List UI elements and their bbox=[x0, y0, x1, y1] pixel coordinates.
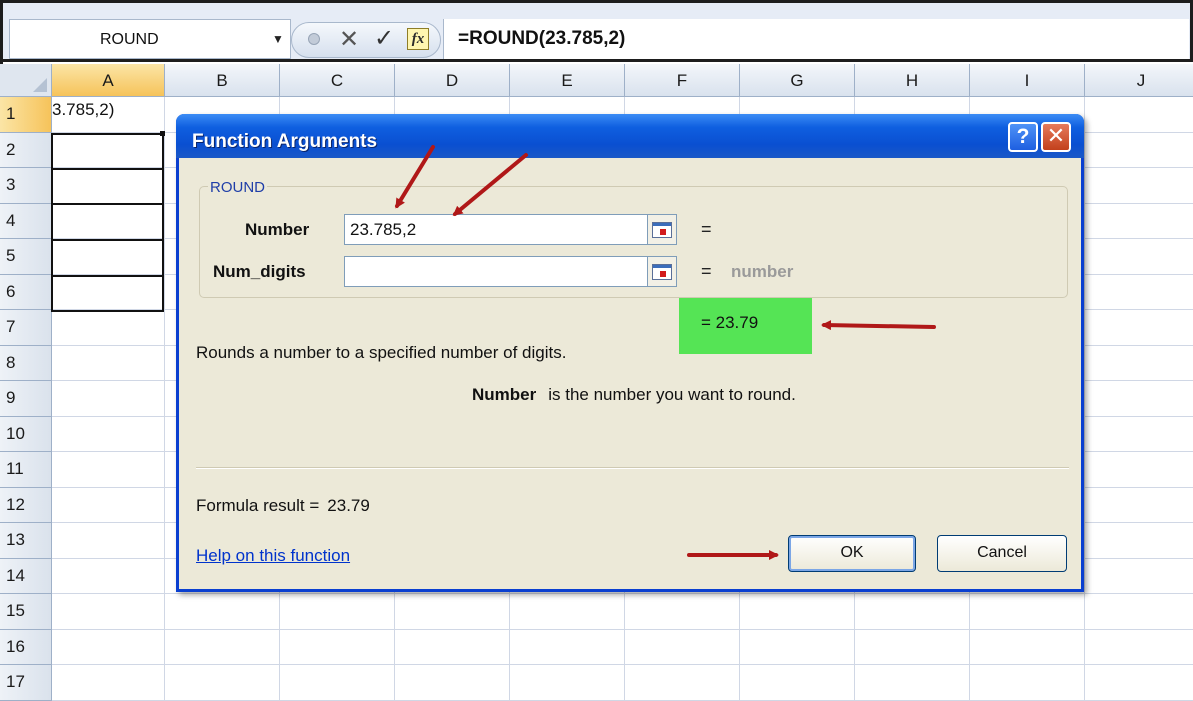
row-header-11[interactable]: 11 bbox=[0, 452, 52, 488]
formula-result-value: 23.79 bbox=[327, 496, 370, 515]
num-digits-label: Num_digits bbox=[213, 262, 306, 281]
name-box-value: ROUND bbox=[100, 31, 159, 48]
row-header-9[interactable]: 9 bbox=[0, 381, 52, 417]
grid-line bbox=[52, 593, 1193, 594]
cancel-button[interactable]: Cancel bbox=[937, 535, 1067, 572]
row-header-5[interactable]: 5 bbox=[0, 239, 52, 275]
row-header-12[interactable]: 12 bbox=[0, 487, 52, 523]
column-headers: ABCDEFGHIJ bbox=[52, 64, 1193, 97]
row-header-17[interactable]: 17 bbox=[0, 665, 52, 701]
grid-line bbox=[164, 97, 165, 700]
chevron-down-icon[interactable]: ▼ bbox=[272, 32, 284, 46]
column-header-d[interactable]: D bbox=[395, 64, 510, 97]
function-arguments-dialog: Function Arguments ? ✕ ROUND Number 23.7… bbox=[176, 114, 1084, 592]
help-link[interactable]: Help on this function bbox=[196, 546, 350, 566]
row-header-4[interactable]: 4 bbox=[0, 203, 52, 239]
row-header-14[interactable]: 14 bbox=[0, 558, 52, 594]
cell-border bbox=[51, 275, 164, 277]
formula-input[interactable]: =ROUND(23.785,2) bbox=[443, 19, 1189, 59]
grip-icon bbox=[308, 33, 320, 45]
column-header-g[interactable]: G bbox=[740, 64, 855, 97]
argument-help-name: Number bbox=[472, 385, 537, 404]
row-header-15[interactable]: 15 bbox=[0, 594, 52, 630]
number-eq: = bbox=[701, 219, 712, 239]
help-icon[interactable]: ? bbox=[1008, 122, 1038, 152]
column-header-c[interactable]: C bbox=[280, 64, 395, 97]
function-result: = 23.79 bbox=[701, 313, 759, 332]
row-header-8[interactable]: 8 bbox=[0, 345, 52, 381]
column-header-f[interactable]: F bbox=[625, 64, 740, 97]
group-label: ROUND bbox=[208, 179, 267, 196]
formula-text: =ROUND(23.785,2) bbox=[458, 28, 626, 49]
name-box[interactable]: ROUND ▼ bbox=[9, 19, 291, 59]
function-description: Rounds a number to a specified number of… bbox=[196, 343, 567, 362]
close-icon[interactable]: ✕ bbox=[1041, 122, 1071, 152]
grid-line bbox=[1084, 97, 1085, 700]
range-select-icon bbox=[652, 263, 672, 280]
row-header-10[interactable]: 10 bbox=[0, 416, 52, 452]
fill-handle[interactable] bbox=[160, 131, 165, 136]
dialog-title-bar[interactable]: Function Arguments ? ✕ bbox=[176, 114, 1084, 158]
column-header-b[interactable]: B bbox=[165, 64, 280, 97]
cell-border bbox=[51, 133, 164, 135]
divider bbox=[196, 467, 1069, 469]
row-header-3[interactable]: 3 bbox=[0, 168, 52, 204]
column-header-e[interactable]: E bbox=[510, 64, 625, 97]
collapse-dialog-button[interactable] bbox=[647, 256, 677, 287]
row-header-16[interactable]: 16 bbox=[0, 629, 52, 665]
collapse-dialog-button[interactable] bbox=[647, 214, 677, 245]
row-header-6[interactable]: 6 bbox=[0, 274, 52, 310]
argument-help-text: is the number you want to round. bbox=[548, 385, 796, 404]
select-all-corner[interactable] bbox=[0, 64, 52, 97]
formula-result: Formula result = 23.79 bbox=[196, 496, 370, 516]
row-header-2[interactable]: 2 bbox=[0, 132, 52, 168]
cell-border bbox=[51, 239, 164, 241]
dialog-title: Function Arguments bbox=[192, 131, 378, 152]
grid-line bbox=[52, 628, 1193, 630]
column-header-h[interactable]: H bbox=[855, 64, 970, 97]
ok-button[interactable]: OK bbox=[788, 535, 916, 572]
formula-bar: ROUND ▼ ✕ ✓ fx =ROUND(23.785,2) bbox=[0, 0, 1193, 62]
cancel-icon[interactable]: ✕ bbox=[339, 25, 359, 54]
row-header-13[interactable]: 13 bbox=[0, 523, 52, 559]
range-select-icon bbox=[652, 221, 672, 238]
num-digits-input[interactable] bbox=[344, 256, 648, 287]
cell-a1[interactable]: 3.785,2) bbox=[52, 100, 164, 120]
cell-border bbox=[51, 203, 164, 205]
argument-help: Number is the number you want to round. bbox=[472, 385, 796, 405]
column-header-j[interactable]: J bbox=[1085, 64, 1193, 97]
num-digits-eq: = bbox=[701, 261, 712, 281]
bordered-range bbox=[51, 133, 164, 312]
column-header-i[interactable]: I bbox=[970, 64, 1085, 97]
column-header-a[interactable]: A bbox=[52, 64, 165, 97]
enter-check-icon[interactable]: ✓ bbox=[374, 24, 394, 53]
number-label: Number bbox=[245, 220, 310, 239]
formula-buttons: ✕ ✓ fx bbox=[291, 22, 441, 58]
cell-border bbox=[51, 168, 164, 170]
num-digits-hint: number bbox=[731, 262, 794, 281]
row-header-7[interactable]: 7 bbox=[0, 310, 52, 346]
formula-result-label: Formula result = bbox=[196, 496, 320, 515]
row-header-1[interactable]: 1 bbox=[0, 97, 52, 133]
number-input[interactable]: 23.785,2 bbox=[344, 214, 648, 245]
insert-function-icon[interactable]: fx bbox=[407, 28, 429, 50]
grid-line bbox=[52, 664, 1193, 665]
